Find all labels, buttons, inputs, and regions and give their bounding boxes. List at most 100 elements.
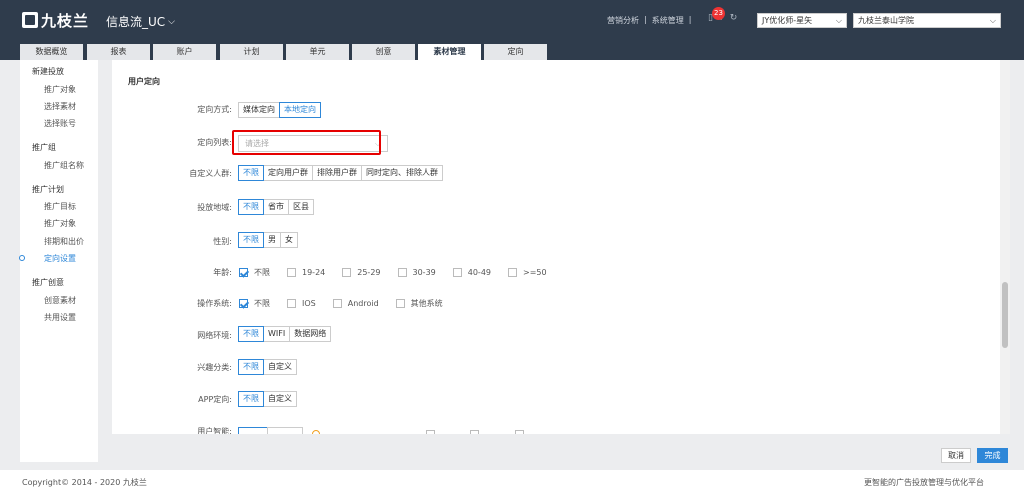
- option-local-targeting[interactable]: 本地定向: [279, 102, 321, 118]
- org-select[interactable]: 九枝兰泰山学院 ⌵: [853, 13, 1001, 28]
- smart-targeting-row: 用户智能:: [112, 425, 1000, 434]
- gender-toggle: 不限 男 女: [238, 232, 298, 248]
- age-option: 19-24: [302, 267, 326, 277]
- sidebar-group-title[interactable]: 推广组: [32, 142, 56, 153]
- checkbox-icon[interactable]: [395, 298, 405, 308]
- option-custom[interactable]: 自定义: [263, 359, 297, 375]
- scrollbar-thumb[interactable]: [1002, 282, 1008, 348]
- smart-option-on[interactable]: [238, 427, 268, 434]
- account-select[interactable]: JY优化师-星矢 ⌵: [757, 13, 847, 28]
- targeting-list-label: 定向列表:: [197, 138, 232, 147]
- checkbox-icon[interactable]: [342, 267, 352, 277]
- smart-targeting-label: 用户智能:: [197, 427, 232, 434]
- sidebar-item[interactable]: 选择素材: [44, 101, 76, 112]
- sidebar-item[interactable]: 排期和出价: [44, 236, 84, 247]
- targeting-mode-toggle: 媒体定向 本地定向: [238, 102, 321, 118]
- chevron-down-icon: ⌵: [989, 16, 996, 25]
- chevron-down-icon: ⌵: [168, 16, 175, 27]
- option-unlimited[interactable]: 不限: [238, 199, 264, 215]
- age-label: 年龄:: [213, 268, 232, 277]
- checkbox-icon[interactable]: [397, 267, 407, 277]
- option-media-targeting[interactable]: 媒体定向: [238, 102, 280, 118]
- sidebar-item[interactable]: 创意素材: [44, 295, 76, 306]
- divider: |: [644, 15, 647, 24]
- option-cellular[interactable]: 数据网络: [289, 326, 332, 342]
- interest-label: 兴趣分类:: [197, 363, 232, 372]
- copyright: Copyright© 2014 - 2020 九枝兰: [22, 478, 147, 487]
- sidebar-group-title[interactable]: 推广计划: [32, 184, 64, 195]
- done-button[interactable]: 完成: [977, 448, 1008, 463]
- option-male[interactable]: 男: [263, 232, 281, 248]
- option-unlimited[interactable]: 不限: [238, 391, 264, 407]
- gender-label: 性别:: [213, 237, 232, 246]
- sidebar-item[interactable]: 推广对象: [44, 84, 76, 95]
- option-unlimited[interactable]: 不限: [238, 232, 264, 248]
- option-unlimited[interactable]: 不限: [238, 165, 264, 181]
- footer-slogan: 更智能的广告投放管理与优化平台: [864, 478, 984, 487]
- tab-accounts[interactable]: 账户: [153, 44, 216, 60]
- highlight-box: [232, 130, 381, 155]
- sidebar-item[interactable]: 推广对象: [44, 218, 76, 229]
- sidebar-item[interactable]: 选择账号: [44, 118, 76, 129]
- tab-targeting[interactable]: 定向: [484, 44, 547, 60]
- checkbox-checked-icon[interactable]: [239, 298, 248, 308]
- smart-option-off[interactable]: [267, 427, 303, 434]
- targeting-mode-label: 定向方式:: [197, 105, 232, 114]
- option-custom[interactable]: 自定义: [263, 391, 297, 407]
- cancel-button[interactable]: 取消: [941, 448, 971, 463]
- top-links: 营销分析 | 系统管理 |: [607, 15, 691, 26]
- checkbox-icon[interactable]: [332, 298, 342, 308]
- sidebar-group-title[interactable]: 新建投放: [32, 66, 64, 77]
- scrollbar-track[interactable]: [1000, 60, 1010, 434]
- active-step-indicator-icon: [19, 255, 25, 261]
- option-female[interactable]: 女: [280, 232, 298, 248]
- sidebar-item[interactable]: 共用设置: [44, 312, 76, 323]
- option-unlimited[interactable]: 不限: [238, 359, 264, 375]
- network-label: 网络环境:: [197, 331, 232, 340]
- option-exclude-audience[interactable]: 排除用户群: [312, 165, 362, 181]
- tab-plans[interactable]: 计划: [220, 44, 283, 60]
- checkbox-checked-icon[interactable]: [239, 267, 248, 277]
- targeting-form: 用户定向 定向方式: 媒体定向 本地定向 定向列表: 请选择 ⌵ 自定义人群: …: [112, 60, 1000, 434]
- interest-toggle: 不限 自定义: [238, 359, 297, 375]
- option-unlimited[interactable]: 不限: [238, 326, 264, 342]
- age-option: 25-29: [357, 267, 381, 277]
- tab-creatives[interactable]: 创意: [352, 44, 415, 60]
- tab-materials[interactable]: 素材管理: [418, 44, 481, 60]
- top-header: 九枝兰 信息流_UC ⌵ 营销分析 | 系统管理 | ▯ ? ↻ 23 JY优化…: [0, 0, 1024, 42]
- checkbox-icon[interactable]: [452, 267, 462, 277]
- option-target-and-exclude[interactable]: 同时定向、排除人群: [361, 165, 443, 181]
- sidebar-item[interactable]: 推广目标: [44, 201, 76, 212]
- tab-reports[interactable]: 报表: [87, 44, 150, 60]
- option-target-audience[interactable]: 定向用户群: [263, 165, 313, 181]
- logo-text: 九枝兰: [41, 11, 90, 30]
- checkbox-icon[interactable]: [287, 267, 296, 277]
- notification-badge: 23: [712, 7, 725, 20]
- refresh-icon[interactable]: ↻: [730, 13, 738, 23]
- region-toggle: 不限 省市 区县: [238, 199, 314, 215]
- divider: |: [688, 15, 692, 24]
- checkbox-icon[interactable]: [508, 267, 517, 277]
- link-marketing-analysis[interactable]: 营销分析: [607, 15, 639, 26]
- checkbox-icon[interactable]: [470, 430, 479, 434]
- checkbox-icon[interactable]: [515, 430, 524, 434]
- radio-icon[interactable]: [312, 430, 320, 434]
- sidebar-group-title[interactable]: 推广创意: [32, 277, 64, 288]
- option-wifi[interactable]: WIFI: [263, 326, 291, 342]
- checkbox-icon[interactable]: [426, 430, 435, 434]
- age-checkboxes: 不限 19-24 25-29 30-39 40-49 >=50: [239, 265, 564, 279]
- checkbox-icon[interactable]: [287, 298, 296, 308]
- sidebar-item[interactable]: 推广组名称: [44, 160, 84, 171]
- sidebar-item-active[interactable]: 定向设置: [44, 253, 76, 264]
- logo[interactable]: 九枝兰: [22, 10, 89, 30]
- os-option: 不限: [254, 298, 270, 308]
- tab-units[interactable]: 单元: [286, 44, 349, 60]
- tab-overview[interactable]: 数据概览: [20, 44, 83, 60]
- os-checkboxes: 不限 IOS Android 其他系统: [239, 296, 460, 310]
- option-province-city[interactable]: 省市: [263, 199, 289, 215]
- app-title: 信息流_UC: [106, 15, 166, 29]
- app-switcher[interactable]: 信息流_UC ⌵: [106, 13, 175, 30]
- org-select-value: 九枝兰泰山学院: [858, 16, 914, 25]
- link-system-management[interactable]: 系统管理: [652, 15, 684, 26]
- option-district[interactable]: 区县: [288, 199, 314, 215]
